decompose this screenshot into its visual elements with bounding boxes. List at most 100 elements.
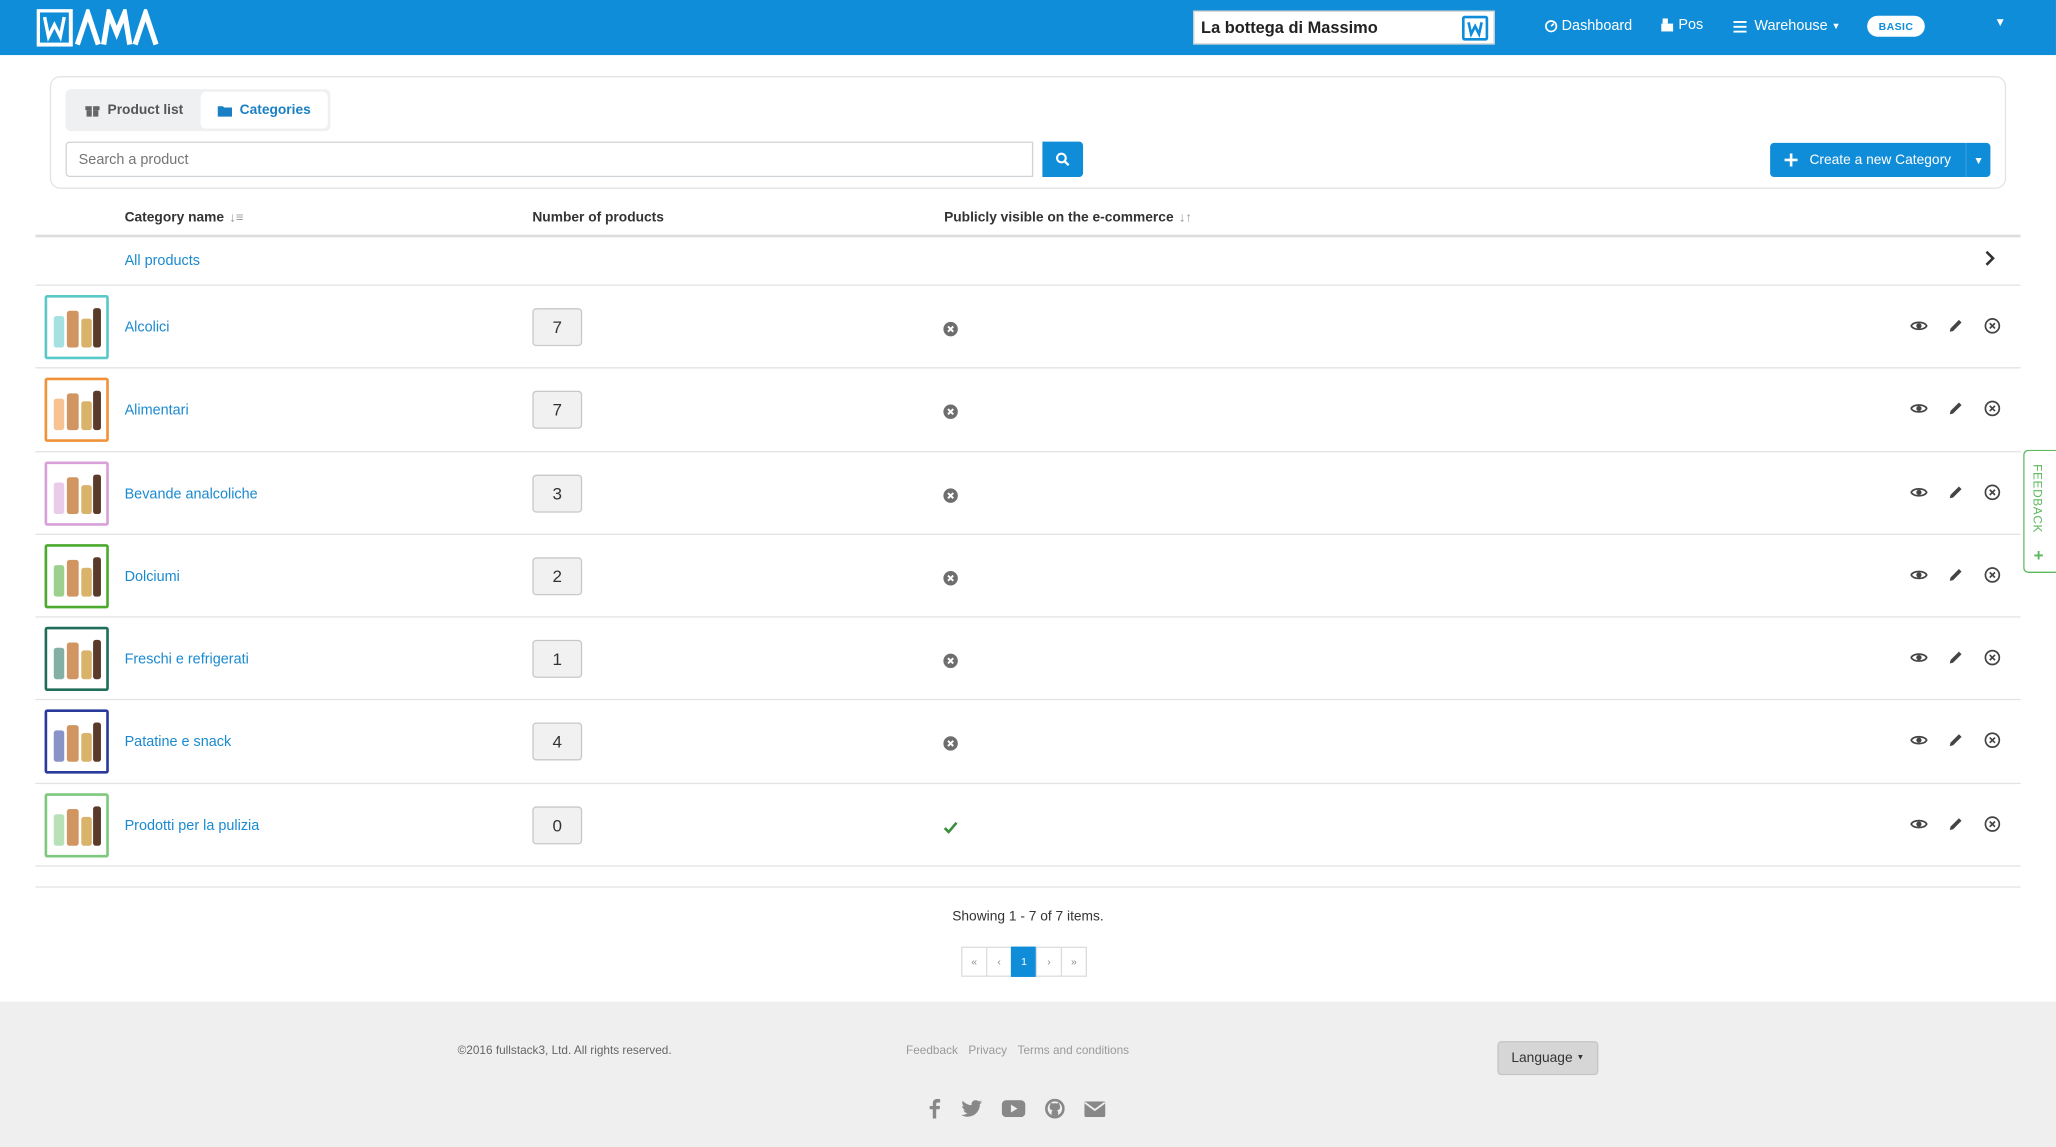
pencil-icon[interactable] <box>1947 566 1964 583</box>
feedback-side-tab[interactable]: FEEDBACK + <box>2023 449 2056 573</box>
category-thumbnail[interactable] <box>44 544 109 609</box>
column-visibility[interactable]: Publicly visible on the e-commerce ↓↑ <box>944 210 1192 226</box>
create-options-dropdown[interactable]: ▼ <box>1965 142 1991 178</box>
page-last[interactable]: » <box>1060 946 1087 977</box>
shop-selector[interactable]: La bottega di Massimo <box>1193 10 1495 45</box>
column-category-name-label: Category name <box>124 209 225 226</box>
pencil-icon[interactable] <box>1947 732 1964 749</box>
eye-icon[interactable] <box>1910 483 1928 500</box>
folder-icon <box>217 105 232 117</box>
user-menu-caret-icon[interactable]: ▼ <box>1994 16 2006 29</box>
tab-categories[interactable]: Categories <box>200 91 328 129</box>
page-next[interactable]: › <box>1035 946 1063 977</box>
category-name-link[interactable]: Freschi e refrigerati <box>125 652 249 668</box>
tab-product-list[interactable]: Product list <box>68 92 200 129</box>
eye-icon[interactable] <box>1910 400 1928 417</box>
table-row: Freschi e refrigerati 1 <box>35 618 2021 701</box>
category-thumbnail[interactable] <box>44 378 109 443</box>
search-field[interactable] <box>65 141 1034 178</box>
chevron-right-icon[interactable] <box>1984 249 1997 270</box>
category-name-link[interactable]: Prodotti per la pulizia <box>125 818 260 834</box>
all-products-link[interactable]: All products <box>125 253 200 269</box>
wama-logo[interactable] <box>36 3 197 51</box>
not-visible-icon <box>943 486 959 503</box>
table-row: Bevande analcoliche 3 <box>35 452 2021 535</box>
row-actions <box>1910 732 2001 749</box>
category-name-link[interactable]: Dolciumi <box>125 569 180 585</box>
footer-link-feedback[interactable]: Feedback <box>906 1044 958 1057</box>
pencil-icon[interactable] <box>1947 400 1964 417</box>
footer-link-privacy[interactable]: Privacy <box>968 1044 1007 1057</box>
pencil-icon[interactable] <box>1947 317 1964 334</box>
footer-links: Feedback Privacy Terms and conditions <box>906 1044 1129 1057</box>
column-visibility-label: Publicly visible on the e-commerce <box>944 209 1174 226</box>
language-dropdown[interactable]: Language ▼ <box>1497 1041 1599 1076</box>
page-current[interactable]: 1 <box>1010 946 1038 977</box>
product-count: 7 <box>532 391 583 430</box>
all-products-row[interactable]: All products <box>35 237 2021 286</box>
eye-icon[interactable] <box>1910 317 1928 334</box>
category-thumbnail[interactable] <box>44 709 109 775</box>
category-thumbnail[interactable] <box>44 461 109 526</box>
pencil-icon[interactable] <box>1947 483 1964 500</box>
dashboard-icon <box>1545 20 1558 33</box>
nav-pos-label: Pos <box>1678 17 1704 33</box>
product-count: 2 <box>532 557 583 596</box>
chevron-down-icon: ▼ <box>1576 1054 1585 1063</box>
delete-icon[interactable] <box>1984 566 2001 583</box>
facebook-icon[interactable] <box>928 1098 941 1119</box>
plus-icon <box>1784 153 1798 167</box>
pencil-icon[interactable] <box>1947 649 1964 666</box>
delete-icon[interactable] <box>1984 815 2001 832</box>
email-icon[interactable] <box>1084 1100 1106 1117</box>
github-icon[interactable] <box>1045 1098 1065 1119</box>
nav-dashboard[interactable]: Dashboard <box>1545 18 1633 35</box>
delete-icon[interactable] <box>1984 649 2001 666</box>
nav-pos[interactable]: Pos <box>1660 17 1703 33</box>
chevron-down-icon: ▼ <box>1973 154 1984 166</box>
eye-icon[interactable] <box>1910 566 1928 583</box>
shop-name: La bottega di Massimo <box>1201 18 1378 37</box>
create-category-button[interactable]: Create a new Category <box>1770 142 1966 178</box>
delete-icon[interactable] <box>1984 732 2001 749</box>
footer: ©2016 fullstack3, Ltd. All rights reserv… <box>0 1001 2056 1147</box>
category-thumbnail[interactable] <box>44 295 109 360</box>
not-visible-icon <box>943 403 959 420</box>
nav-warehouse-label: Warehouse <box>1754 18 1828 35</box>
eye-icon[interactable] <box>1910 732 1928 749</box>
youtube-icon[interactable] <box>1001 1100 1026 1118</box>
column-number-label: Number of products <box>532 209 664 226</box>
footer-link-terms[interactable]: Terms and conditions <box>1018 1044 1130 1057</box>
column-category-name[interactable]: Category name ↓≡ <box>125 210 244 226</box>
category-thumbnail[interactable] <box>44 792 109 858</box>
delete-icon[interactable] <box>1984 400 2001 417</box>
delete-icon[interactable] <box>1984 483 2001 500</box>
row-actions <box>1910 566 2001 583</box>
category-thumbnail[interactable] <box>44 626 109 692</box>
page-first[interactable]: « <box>961 946 988 977</box>
eye-icon[interactable] <box>1910 815 1928 832</box>
search-input[interactable] <box>78 151 1032 168</box>
tab-categories-label: Categories <box>239 102 311 119</box>
pencil-icon[interactable] <box>1947 815 1964 832</box>
copyright: ©2016 fullstack3, Ltd. All rights reserv… <box>457 1043 672 1057</box>
categories-table: Category name ↓≡ Number of products Publ… <box>35 197 2021 888</box>
category-name-link[interactable]: Bevande analcoliche <box>125 486 258 502</box>
delete-icon[interactable] <box>1984 317 2001 334</box>
table-row: Patatine e snack 4 <box>35 701 2021 784</box>
category-name-link[interactable]: Alimentari <box>125 403 189 419</box>
category-name-link[interactable]: Alcolici <box>125 320 170 336</box>
eye-icon[interactable] <box>1910 649 1928 666</box>
page: La bottega di Massimo Dashboard Pos Ware… <box>0 0 2056 1147</box>
table-row: Dolciumi 2 <box>35 535 2021 618</box>
category-name-link[interactable]: Patatine e snack <box>125 735 232 751</box>
page-prev[interactable]: ‹ <box>986 946 1013 977</box>
nav-warehouse[interactable]: Warehouse ▼ <box>1733 18 1841 35</box>
nav-dashboard-label: Dashboard <box>1561 18 1633 35</box>
gift-icon <box>85 106 100 117</box>
shop-logo-icon <box>1461 15 1489 41</box>
row-actions <box>1910 649 2001 666</box>
sort-icon: ↓≡ <box>229 210 244 225</box>
twitter-icon[interactable] <box>961 1100 983 1117</box>
search-button[interactable] <box>1042 141 1084 178</box>
